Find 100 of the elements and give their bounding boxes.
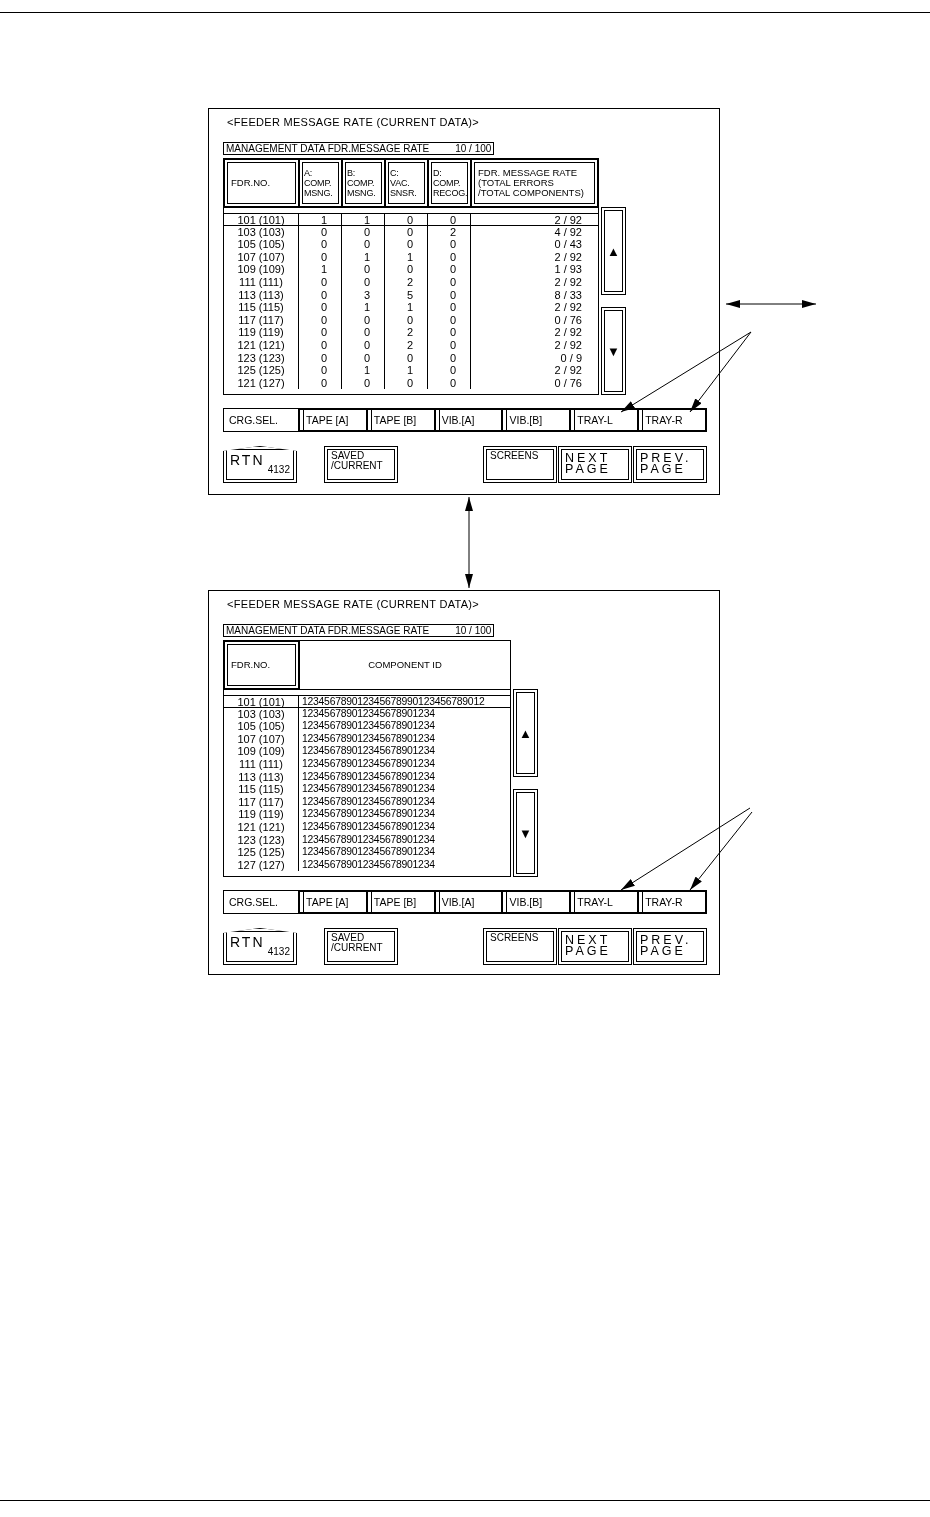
table-cell: 0 — [385, 238, 428, 251]
table-cell: 0 — [385, 263, 428, 276]
column-header-button[interactable]: B: COMP. MSNG. — [342, 159, 385, 207]
table-cell: 1 — [299, 214, 342, 225]
scroll-up-button[interactable]: ▲ — [513, 689, 538, 777]
column-header-button[interactable]: FDR.NO. — [224, 159, 299, 207]
table-cell: 0 — [299, 313, 342, 327]
column-header-button[interactable]: A: COMP. MSNG. — [299, 159, 342, 207]
table-cell: 1 — [342, 214, 385, 225]
table-cell: 3 — [342, 288, 385, 302]
table-cell: 103 (103) — [224, 225, 299, 239]
return-button[interactable]: RTN 4132 — [223, 928, 297, 965]
table-cell-text: 123456789012345678901234 — [301, 820, 436, 834]
scroll-down-button[interactable]: ▼ — [513, 789, 538, 877]
carriage-button[interactable]: TRAY-R — [638, 409, 706, 431]
table-cell: 127 (127) — [224, 858, 299, 872]
table-cell-text: 2 / 92 — [553, 301, 583, 314]
key-button[interactable]: SAVED /CURRENT — [324, 446, 398, 483]
table-cell: 119 (119) — [224, 326, 299, 339]
page-button[interactable]: NEXT PAGE — [558, 928, 632, 965]
table-cell-text: 2 / 92 — [553, 214, 583, 225]
column-header-button[interactable]: FDR.NO. — [224, 641, 299, 689]
return-button[interactable]: RTN 4132 — [223, 446, 297, 483]
table-cell: 1 — [385, 301, 428, 314]
column-header-button[interactable]: C: VAC. SNSR. — [385, 159, 428, 207]
carriage-button[interactable]: TAPE [A] — [299, 891, 367, 913]
table-cell: 115 (115) — [224, 783, 299, 796]
table-cell: 107 (107) — [224, 250, 299, 264]
column-header: COMPONENT ID — [299, 641, 510, 689]
table-cell: 109 (109) — [224, 263, 299, 276]
page-button[interactable]: NEXT PAGE — [558, 446, 632, 483]
table-cell-text: 123456789012345678901234 — [301, 808, 436, 821]
table-cell: 1 — [385, 250, 428, 264]
carriage-button[interactable]: VIB.[B] — [502, 409, 571, 431]
column-header-button[interactable]: D: COMP. RECOG. — [428, 159, 471, 207]
table-cell-text: 123456789012345678901234 — [301, 707, 436, 721]
table-cell: 105 (105) — [224, 720, 299, 733]
table-cell: 0 — [299, 376, 342, 390]
table-cell-text: 8 / 33 — [553, 288, 583, 302]
table-cell: 0 — [428, 238, 471, 251]
table-cell: 101 (101) — [224, 214, 299, 225]
table-cell: 0 — [385, 313, 428, 327]
carriage-button[interactable]: TAPE [B] — [366, 891, 435, 913]
selected-row[interactable]: 101 (101) 1 1 0 0 2 / 92 — [224, 213, 598, 226]
table-cell: 1 — [299, 263, 342, 276]
table-cell-text: 0 / 43 — [553, 238, 583, 251]
table-cell: 123 (123) — [224, 351, 299, 365]
table-cell: 0 — [428, 275, 471, 289]
management-value: 10 / 100 — [454, 625, 493, 636]
table-cell-text: 123456789012345678901234 — [301, 720, 436, 733]
table-cell: 0 — [428, 313, 471, 327]
table-cell: 1 — [342, 301, 385, 314]
table-cell: 0 — [299, 238, 342, 251]
page-button[interactable]: PREV. PAGE — [633, 928, 707, 965]
table-cell: 1 — [342, 250, 385, 264]
carriage-button[interactable]: TAPE [A] — [299, 409, 367, 431]
table-cell: 0 — [342, 313, 385, 327]
selected-row[interactable]: 101 (101) 123456789012345678990123456789012 — [224, 695, 510, 708]
table-cell-text: 4 / 92 — [553, 225, 583, 239]
scroll-down-button[interactable]: ▼ — [601, 307, 626, 395]
table-cell-text: 0 / 76 — [553, 376, 583, 390]
table-cell: 0 — [428, 250, 471, 264]
table-cell: 109 (109) — [224, 745, 299, 758]
table-cell: 0 — [385, 214, 428, 225]
table-cell: 0 — [299, 364, 342, 377]
table-cell: 125 (125) — [224, 846, 299, 859]
table-cell: 125 (125) — [224, 364, 299, 377]
carriage-button[interactable]: VIB.[A] — [434, 891, 503, 913]
table-cell: 0 — [342, 225, 385, 239]
carriage-button[interactable]: TRAY-L — [570, 891, 639, 913]
carriage-button[interactable]: VIB.[A] — [434, 409, 503, 431]
table-cell: 0 — [385, 376, 428, 390]
table-cell: 2 — [385, 275, 428, 289]
key-button[interactable]: SCREENS — [483, 928, 557, 965]
carriage-button[interactable]: TRAY-L — [570, 409, 639, 431]
key-button[interactable]: SCREENS — [483, 446, 557, 483]
table-cell: 0 — [299, 351, 342, 365]
table-cell: 0 — [428, 351, 471, 365]
table-cell: 1 — [342, 364, 385, 377]
scroll-up-button[interactable]: ▲ — [601, 207, 626, 295]
table-cell: 103 (103) — [224, 707, 299, 721]
table-cell-text: 2 / 92 — [553, 326, 583, 339]
table-cell: 113 (113) — [224, 288, 299, 302]
table-cell-text: 123456789012345678901234 — [301, 783, 436, 796]
carriage-button[interactable]: TAPE [B] — [366, 409, 435, 431]
table-cell: 121 (121) — [224, 820, 299, 834]
management-label: MANAGEMENT DATA FDR.MESSAGE RATE — [225, 625, 431, 636]
table-cell-text: 123456789012345678901234 — [301, 745, 436, 758]
table-cell: 0 — [299, 225, 342, 239]
table-cell: 0 — [299, 338, 342, 352]
page-button[interactable]: PREV. PAGE — [633, 446, 707, 483]
carriage-button[interactable]: TRAY-R — [638, 891, 706, 913]
table-cell: 0 — [428, 326, 471, 339]
key-button[interactable]: SAVED /CURRENT — [324, 928, 398, 965]
column-header-button[interactable]: FDR. MESSAGE RATE (TOTAL ERRORS /TOTAL COMPONENTS) — [471, 159, 598, 207]
table-cell-text: 2 / 92 — [553, 364, 583, 377]
table-cell-text: 123456789012345678901234 — [301, 858, 436, 872]
table-cell: 0 — [299, 275, 342, 289]
table-cell: 0 — [428, 338, 471, 352]
carriage-button[interactable]: VIB.[B] — [502, 891, 571, 913]
